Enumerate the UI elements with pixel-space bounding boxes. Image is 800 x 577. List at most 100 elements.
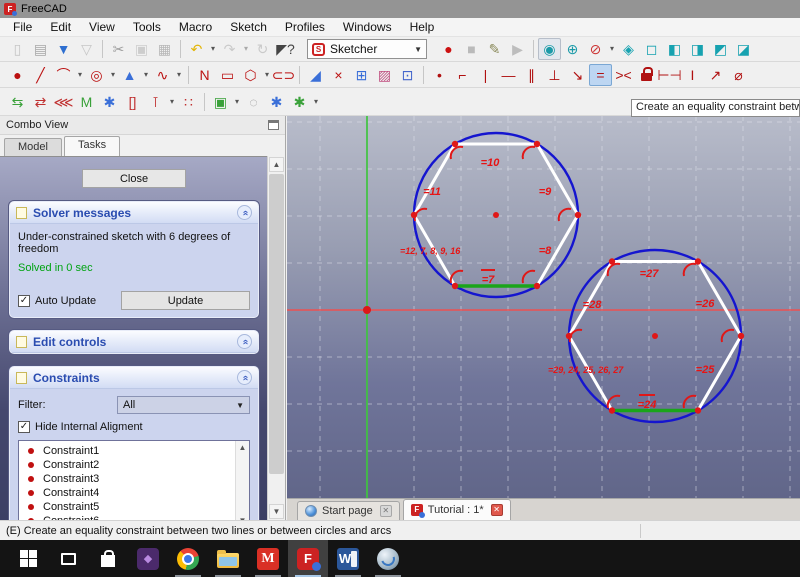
create-conic-icon[interactable]: ▲ <box>118 64 141 86</box>
constraint-perpendicular-icon[interactable]: ⊥ <box>543 64 566 86</box>
bspline-dropdown-icon[interactable]: ▾ <box>174 64 184 86</box>
origin-point[interactable] <box>363 306 371 314</box>
close-tab-icon[interactable]: ✕ <box>380 505 392 517</box>
scroll-up-icon[interactable]: ▲ <box>269 157 284 172</box>
menu-edit[interactable]: Edit <box>41 18 80 36</box>
scroll-thumb[interactable] <box>269 174 284 474</box>
switch-virtual-space-icon[interactable]: ✱ <box>265 91 288 113</box>
scroll-up-icon[interactable]: ▲ <box>239 443 247 452</box>
tab-document[interactable]: F Tutorial : 1* ✕ <box>403 499 511 520</box>
carbon-copy-icon[interactable]: ▨ <box>373 64 396 86</box>
rear-view-icon[interactable]: ◩ <box>709 38 732 60</box>
menu-tools[interactable]: Tools <box>124 18 170 36</box>
constraint-tangent-icon[interactable]: ↘ <box>566 64 589 86</box>
polygon-dropdown-icon[interactable]: ▾ <box>262 64 272 86</box>
sketch-canvas[interactable]: =10 =11 =9 =12, 7, 8, 9, 16 =8 =7 =27 =2… <box>287 116 800 498</box>
internal-geometry-icon[interactable]: ∷ <box>177 91 200 113</box>
draw-style-icon[interactable]: ⊘ <box>584 38 607 60</box>
constraint-equal-icon[interactable]: = <box>589 64 612 86</box>
right-view-icon[interactable]: ◨ <box>686 38 709 60</box>
constraint-list-item[interactable]: Constraint2 <box>19 458 249 472</box>
cut-icon[interactable]: ✂ <box>107 38 130 60</box>
sketch-viewport[interactable]: =10 =11 =9 =12, 7, 8, 9, 16 =8 =7 =27 =2… <box>287 116 800 498</box>
select-redundant-icon[interactable]: M <box>75 91 98 113</box>
virtual-space-2-icon[interactable]: ✱ <box>288 91 311 113</box>
external-geometry-icon[interactable]: ⊞ <box>350 64 373 86</box>
create-arc-icon[interactable]: ⌒ <box>52 64 75 86</box>
create-rectangle-icon[interactable]: ▭ <box>216 64 239 86</box>
tab-tasks[interactable]: Tasks <box>64 136 120 156</box>
driving-dropdown-icon[interactable]: ▾ <box>167 91 177 113</box>
fit-all-icon[interactable]: ◉ <box>538 38 561 60</box>
constraint-point-on-object-icon[interactable]: ⌐ <box>451 64 474 86</box>
constraint-parallel-icon[interactable]: ∥ <box>520 64 543 86</box>
workbench-selector[interactable]: S Sketcher ▼ <box>307 39 427 59</box>
arc-dropdown-icon[interactable]: ▾ <box>75 64 85 86</box>
trim-icon[interactable]: × <box>327 64 350 86</box>
constraint-radius-icon[interactable]: ⌀ <box>727 64 750 86</box>
virtual-dropdown-icon[interactable]: ▾ <box>311 91 321 113</box>
virtual-space-icon[interactable]: ◌ <box>242 91 265 113</box>
select-origin-icon[interactable]: ⇄ <box>29 91 52 113</box>
tab-start-page[interactable]: Start page ✕ <box>297 501 400 520</box>
close-tab-icon[interactable]: ✕ <box>491 504 503 516</box>
solver-messages-header[interactable]: Solver messages « <box>10 202 258 224</box>
collapse-icon[interactable]: « <box>237 205 252 220</box>
edit-dropdown-icon[interactable]: ▾ <box>232 91 242 113</box>
menu-view[interactable]: View <box>80 18 124 36</box>
hexagon-1[interactable]: =10 =11 =9 =12, 7, 8, 9, 16 =8 =7 <box>400 133 581 297</box>
create-polyline-icon[interactable]: N <box>193 64 216 86</box>
menu-windows[interactable]: Windows <box>334 18 401 36</box>
create-point-icon[interactable]: ● <box>6 64 29 86</box>
menu-profiles[interactable]: Profiles <box>276 18 334 36</box>
constraint-list-item[interactable]: Constraint4 <box>19 486 249 500</box>
chrome-button[interactable] <box>168 540 208 577</box>
macro-record-icon[interactable]: ● <box>437 38 460 60</box>
menu-help[interactable]: Help <box>401 18 444 36</box>
create-circle-icon[interactable]: ◎ <box>85 64 108 86</box>
refresh-icon[interactable]: ↻ <box>251 38 274 60</box>
select-conflicting-icon[interactable]: ⋘ <box>52 91 75 113</box>
store-button[interactable] <box>88 540 128 577</box>
constraint-distance-icon[interactable]: ↗ <box>704 64 727 86</box>
zoom-icon[interactable]: ⊕ <box>561 38 584 60</box>
constraint-horizontal-icon[interactable]: — <box>497 64 520 86</box>
conic-dropdown-icon[interactable]: ▾ <box>141 64 151 86</box>
edit-sketch-icon[interactable]: ▣ <box>209 91 232 113</box>
top-view-icon[interactable]: ◧ <box>663 38 686 60</box>
collapse-icon[interactable]: « <box>237 334 252 349</box>
constraint-symmetric-icon[interactable]: >< <box>612 64 635 86</box>
constraint-lock-icon[interactable] <box>635 64 658 86</box>
filter-dropdown[interactable]: All ▼ <box>117 396 250 414</box>
close-button[interactable]: Close <box>82 169 186 188</box>
menu-sketch[interactable]: Sketch <box>221 18 276 36</box>
update-button[interactable]: Update <box>121 291 250 310</box>
whats-this-icon[interactable]: ◤? <box>274 38 297 60</box>
menu-macro[interactable]: Macro <box>170 18 221 36</box>
draw-style-dropdown-icon[interactable]: ▾ <box>607 38 617 60</box>
auto-update-checkbox[interactable]: ✓ <box>18 295 30 307</box>
select-dof-icon[interactable]: ✱ <box>98 91 121 113</box>
freecad-taskbar-button[interactable]: F <box>288 540 328 577</box>
constraint-list-item[interactable]: Constraint5 <box>19 500 249 514</box>
copy-icon[interactable]: ▣ <box>130 38 153 60</box>
new-file-icon[interactable]: ▯ <box>6 38 29 60</box>
edit-controls-header[interactable]: Edit controls « <box>10 331 258 353</box>
collapse-icon[interactable]: « <box>237 370 252 385</box>
menu-file[interactable]: File <box>4 18 41 36</box>
show-hide-constraint-icon[interactable]: [] <box>121 91 144 113</box>
create-slot-icon[interactable]: ⊂⊃ <box>272 64 295 86</box>
hexagon-2-vertices[interactable] <box>566 258 744 413</box>
macro-edit-icon[interactable]: ✎ <box>483 38 506 60</box>
hexagon-2[interactable]: =27 =28 =26 =29, 24, 25, 26, 27 =25 =24 <box>548 250 744 422</box>
file-explorer-button[interactable] <box>208 540 248 577</box>
fillet-icon[interactable]: ◢ <box>304 64 327 86</box>
hide-internal-checkbox[interactable]: ✓ <box>18 421 30 433</box>
constraint-h-distance-icon[interactable]: ⊢⊣ <box>658 64 681 86</box>
redo-icon[interactable]: ↷ <box>218 38 241 60</box>
start-button[interactable] <box>8 540 48 577</box>
paste-icon[interactable]: ▦ <box>153 38 176 60</box>
toggle-construction-icon[interactable]: ⊡ <box>396 64 419 86</box>
axonometric-view-icon[interactable]: ◈ <box>617 38 640 60</box>
task-view-button[interactable] <box>48 540 88 577</box>
